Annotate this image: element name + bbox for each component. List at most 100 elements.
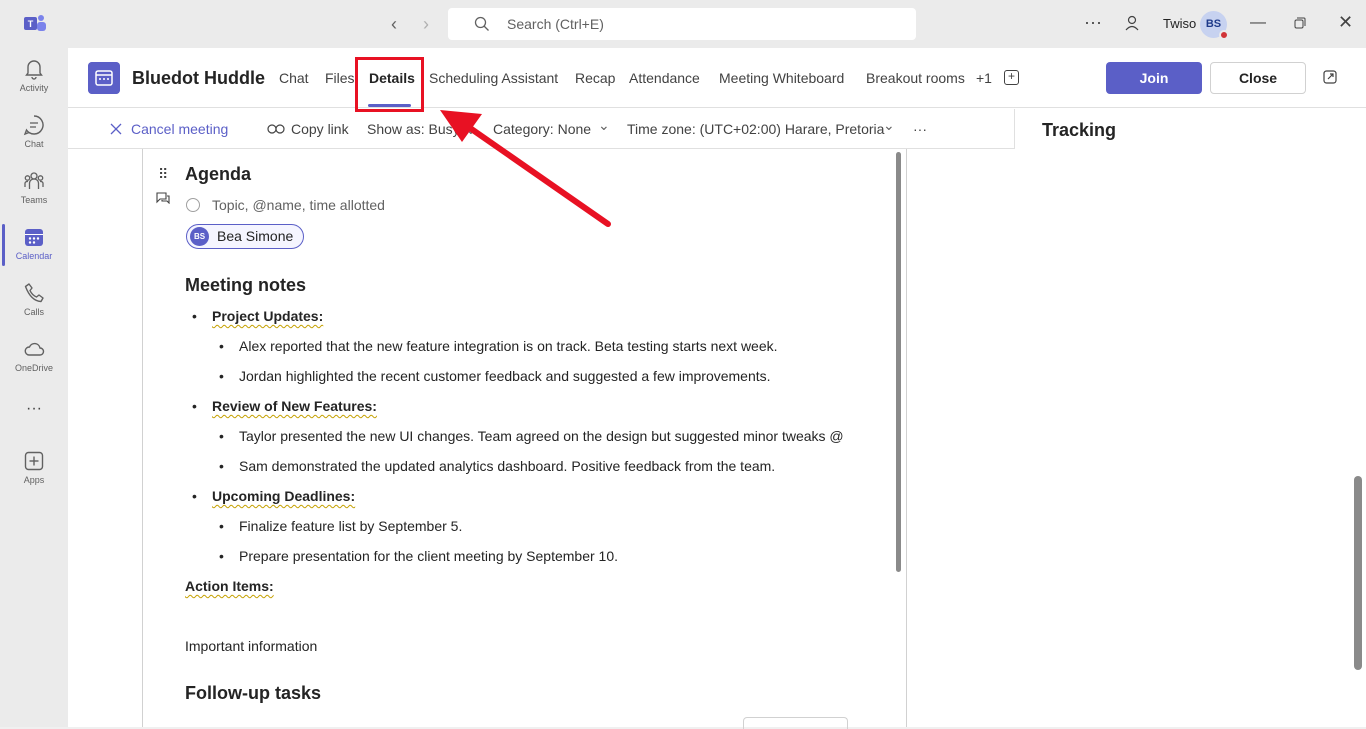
rail-item-chat[interactable]: Chat	[0, 108, 68, 160]
tab-recap[interactable]: Recap	[575, 70, 615, 86]
followup-heading: Follow-up tasks	[185, 683, 322, 703]
search-placeholder: Search (Ctrl+E)	[507, 16, 604, 32]
rail-item-more[interactable]: ···	[0, 396, 68, 448]
section-heading: Project Updates:	[212, 308, 324, 324]
status-dot-icon	[1219, 30, 1229, 40]
action-items-heading: Action Items:	[185, 578, 274, 594]
restore-icon[interactable]	[1294, 17, 1306, 29]
avatar[interactable]: BS	[1200, 11, 1229, 40]
bullet: •	[192, 398, 197, 414]
tab-breakout-rooms[interactable]: Breakout rooms	[866, 70, 965, 86]
rail-label: Activity	[19, 83, 49, 93]
list-item: Finalize feature list by September 5.	[239, 518, 463, 534]
bullet: •	[219, 428, 224, 444]
bell-icon	[25, 60, 43, 80]
chat-icon	[23, 115, 44, 136]
rail-item-apps[interactable]: Apps	[0, 444, 68, 496]
join-button[interactable]: Join	[1106, 62, 1202, 94]
section-heading: Upcoming Deadlines:	[212, 488, 356, 504]
minimize-icon[interactable]: —	[1250, 14, 1266, 32]
meeting-toolbar: Cancel meeting Copy link Show as: Busy ⌄…	[68, 109, 1014, 149]
bullet: •	[219, 458, 224, 474]
popout-icon[interactable]	[1323, 70, 1337, 84]
comment-icon[interactable]	[156, 192, 170, 204]
bullet: •	[219, 368, 224, 384]
section-heading: Review of New Features:	[212, 398, 377, 414]
search-box[interactable]: Search (Ctrl+E)	[448, 8, 916, 40]
bullet: •	[219, 338, 224, 354]
drag-handle-icon[interactable]: ⠿	[158, 166, 168, 183]
add-tab-icon[interactable]: +	[1004, 70, 1019, 85]
list-item: Sam demonstrated the updated analytics d…	[239, 458, 776, 474]
more-icon: ···	[26, 400, 42, 417]
rail-item-calls[interactable]: Calls	[0, 276, 68, 328]
rail-label: Apps	[23, 475, 45, 485]
bullet: •	[219, 518, 224, 534]
bullet: •	[192, 308, 197, 324]
chevron-down-icon[interactable]: ⌄	[883, 117, 895, 134]
notes-border	[142, 149, 143, 727]
rail-label: Calls	[23, 307, 44, 317]
org-person-icon[interactable]	[1124, 14, 1142, 32]
tasks-button[interactable]	[743, 717, 848, 729]
meeting-header: Bluedot Huddle Chat Files Details Schedu…	[68, 48, 1366, 112]
link-icon	[267, 124, 285, 134]
title-bar: T ‹ › Search (Ctrl+E) ··· Twiso BS — ✕	[0, 0, 1366, 48]
person-name: Bea Simone	[217, 228, 294, 244]
list-item: Taylor presented the new UI changes. Tea…	[239, 428, 844, 444]
chevron-down-icon[interactable]: ⌄	[465, 121, 477, 138]
cloud-icon	[24, 342, 45, 356]
rail-label: Teams	[20, 195, 48, 205]
rail-label: Chat	[24, 139, 44, 149]
person-chip[interactable]: BS Bea Simone	[186, 224, 305, 249]
show-as-dropdown[interactable]: Show as: Busy	[367, 121, 460, 137]
more-options-icon[interactable]: ···	[1084, 12, 1102, 33]
close-button[interactable]: Close	[1210, 62, 1306, 94]
bullet: •	[192, 488, 197, 504]
rail-item-calendar[interactable]: Calendar	[0, 220, 68, 272]
agenda-heading: Agenda	[185, 164, 252, 184]
list-item: Prepare presentation for the client meet…	[239, 548, 618, 564]
highlight-box	[355, 57, 424, 112]
tab-chat[interactable]: Chat	[279, 70, 309, 86]
person-avatar: BS	[190, 227, 209, 246]
important-info: Important information	[185, 638, 318, 654]
tab-scheduling-assistant[interactable]: Scheduling Assistant	[429, 70, 558, 86]
rail-item-teams[interactable]: Teams	[0, 164, 68, 216]
user-name[interactable]: Twiso	[1163, 16, 1196, 31]
chevron-down-icon[interactable]: ⌄	[598, 117, 610, 134]
rail-item-activity[interactable]: Activity	[0, 52, 68, 104]
close-icon	[110, 123, 122, 135]
meeting-details-pane: Bluedot Huddle Chat Files Details Schedu…	[68, 48, 1366, 729]
avatar-initials: BS	[1205, 18, 1222, 30]
calendar-icon	[25, 229, 43, 246]
page-scrollbar[interactable]	[1354, 476, 1362, 670]
timezone-dropdown[interactable]: Time zone: (UTC+02:00) Harare, Pretoria	[627, 121, 884, 137]
notes-scrollbar[interactable]	[896, 152, 901, 572]
tracking-title: Tracking	[1042, 120, 1117, 140]
cancel-meeting-button[interactable]: Cancel meeting	[131, 121, 228, 137]
category-dropdown[interactable]: Category: None	[493, 121, 591, 137]
page-title: Bluedot Huddle	[132, 68, 265, 88]
teams-icon	[24, 172, 44, 189]
tab-files[interactable]: Files	[325, 70, 355, 86]
tab-attendance[interactable]: Attendance	[629, 70, 700, 86]
app-rail: Activity Chat Teams Calendar Calls OneDr…	[0, 48, 68, 727]
rail-label: Calendar	[15, 251, 53, 261]
copy-link-button[interactable]: Copy link	[291, 121, 349, 137]
list-item: Jordan highlighted the recent customer f…	[239, 368, 771, 384]
meeting-calendar-icon	[88, 62, 120, 94]
rail-label: OneDrive	[14, 363, 53, 373]
forward-icon[interactable]: ›	[414, 12, 438, 36]
rail-item-onedrive[interactable]: OneDrive	[0, 332, 68, 384]
toolbar-more-icon[interactable]: ···	[913, 121, 927, 137]
back-icon[interactable]: ‹	[382, 12, 406, 36]
apps-icon	[24, 451, 44, 471]
close-window-icon[interactable]: ✕	[1338, 12, 1353, 33]
teams-logo-icon: T	[24, 15, 46, 31]
agenda-radio[interactable]	[186, 198, 200, 212]
tab-meeting-whiteboard[interactable]: Meeting Whiteboard	[719, 70, 844, 86]
tab-overflow[interactable]: +1	[976, 70, 992, 86]
agenda-placeholder[interactable]: Topic, @name, time allotted	[212, 197, 385, 213]
phone-icon	[24, 283, 44, 303]
